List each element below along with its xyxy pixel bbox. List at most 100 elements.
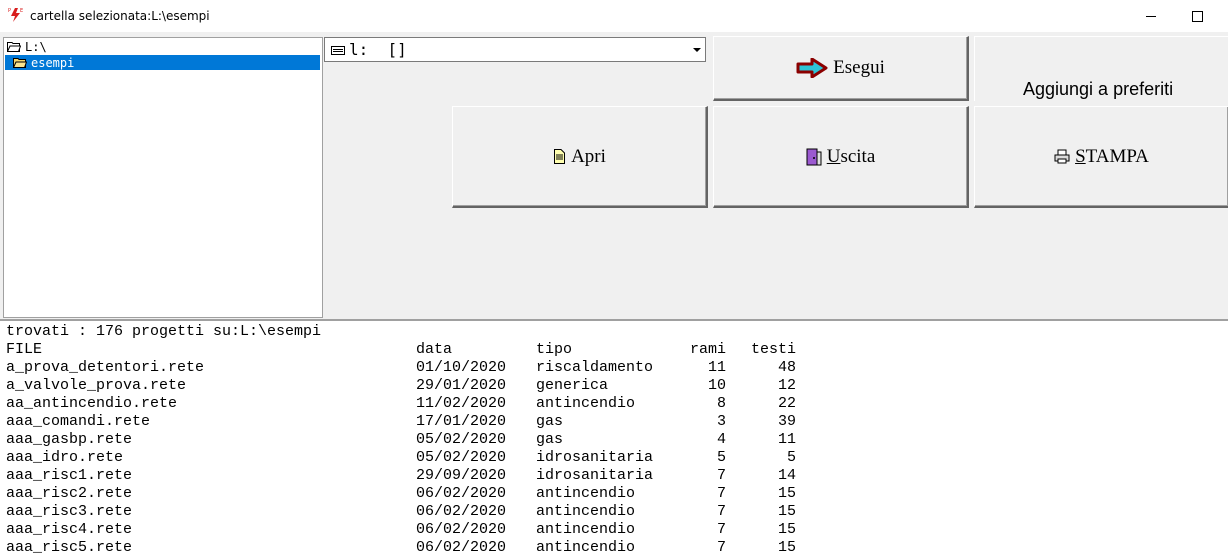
minimize-icon xyxy=(1146,15,1156,17)
apri-button[interactable]: Apri xyxy=(452,106,708,208)
document-icon xyxy=(554,149,566,164)
cell-tipo: antincendio xyxy=(536,521,636,538)
app-logo-icon[interactable]: P E xyxy=(8,7,24,23)
add-favorites-button[interactable]: Aggiungi a preferiti xyxy=(974,36,1228,101)
window-title: cartella selezionata:L:\esempi xyxy=(30,9,210,23)
cell-testi: 14 xyxy=(777,467,796,484)
uscita-label-rest: scita xyxy=(840,145,876,167)
cell-data: 06/02/2020 xyxy=(416,503,507,520)
drive-select-value: l: [] xyxy=(349,40,407,59)
esegui-button[interactable]: Esegui xyxy=(713,36,969,101)
cell-rami: 8 xyxy=(716,395,726,412)
cell-file: a_prova_detentori.rete xyxy=(6,359,205,376)
cell-file: aaa_risc5.rete xyxy=(6,539,133,556)
cell-file: aaa_risc4.rete xyxy=(6,521,133,538)
cell-tipo: gas xyxy=(536,413,564,430)
add-favorites-label: Aggiungi a preferiti xyxy=(1023,79,1174,99)
cell-data: 06/02/2020 xyxy=(416,485,507,502)
cell-data: 01/10/2020 xyxy=(416,359,507,376)
stampa-accesskey: S xyxy=(1075,145,1086,167)
printer-icon xyxy=(1054,149,1070,164)
cell-data: 05/02/2020 xyxy=(416,449,507,466)
cell-tipo: gas xyxy=(536,431,564,448)
cell-rami: 7 xyxy=(716,485,726,502)
cell-tipo: antincendio xyxy=(536,503,636,520)
cell-rami: 7 xyxy=(716,503,726,520)
folder-tree[interactable]: L:\ esempi xyxy=(3,37,323,318)
drive-icon xyxy=(331,46,345,55)
uscita-button[interactable]: Uscita xyxy=(713,106,969,208)
exit-door-icon xyxy=(806,148,822,165)
cell-tipo: riscaldamento xyxy=(536,359,654,376)
cell-testi: 11 xyxy=(777,431,796,448)
cell-tipo: antincendio xyxy=(536,539,636,556)
cell-tipo: generica xyxy=(536,377,609,394)
cell-testi: 12 xyxy=(777,377,796,394)
maximize-button[interactable] xyxy=(1174,0,1220,32)
stampa-label: STAMPA xyxy=(1075,146,1149,168)
dropdown-button[interactable] xyxy=(689,39,704,60)
uscita-label: Uscita xyxy=(827,146,876,168)
cell-rami: 11 xyxy=(707,359,726,376)
project-list[interactable]: trovati : 176 progetti su:L:\esempi FILE… xyxy=(0,319,1228,560)
cell-rami: 4 xyxy=(716,431,726,448)
cell-tipo: idrosanitaria xyxy=(536,467,654,484)
cell-testi: 15 xyxy=(777,539,796,556)
cell-testi: 15 xyxy=(777,503,796,520)
cell-rami: 3 xyxy=(716,413,726,430)
list-header: FILE data tipo rami testi xyxy=(6,341,796,359)
cell-file: aa_antincendio.rete xyxy=(6,395,178,412)
cell-testi: 22 xyxy=(777,395,796,412)
column-header-rami: rami xyxy=(689,341,726,358)
cell-file: aaa_risc2.rete xyxy=(6,485,133,502)
cell-testi: 15 xyxy=(777,521,796,538)
open-folder-icon xyxy=(7,42,21,52)
list-summary: trovati : 176 progetti su:L:\esempi xyxy=(6,323,322,340)
stampa-button[interactable]: STAMPA xyxy=(974,106,1228,208)
cell-file: aaa_risc3.rete xyxy=(6,503,133,520)
cell-testi: 48 xyxy=(777,359,796,376)
arrow-right-icon xyxy=(796,58,828,78)
chevron-down-icon xyxy=(692,47,701,52)
drive-select[interactable]: l: [] xyxy=(324,37,706,62)
cell-file: aaa_gasbp.rete xyxy=(6,431,133,448)
minimize-button[interactable] xyxy=(1128,0,1174,32)
column-header-testi: testi xyxy=(750,341,796,358)
maximize-icon xyxy=(1191,10,1203,22)
apri-label: Apri xyxy=(571,145,606,167)
cell-data: 06/02/2020 xyxy=(416,521,507,538)
svg-text:E: E xyxy=(20,8,23,14)
cell-testi: 15 xyxy=(777,485,796,502)
cell-file: aaa_comandi.rete xyxy=(6,413,151,430)
tree-item-esempi[interactable]: esempi xyxy=(5,55,320,70)
column-header-file: FILE xyxy=(6,341,43,358)
cell-tipo: antincendio xyxy=(536,485,636,502)
cell-testi: 39 xyxy=(777,413,796,430)
cell-tipo: antincendio xyxy=(536,395,636,412)
cell-file: aaa_idro.rete xyxy=(6,449,124,466)
cell-rami: 7 xyxy=(716,539,726,556)
tree-item-root[interactable]: L:\ xyxy=(5,39,47,54)
cell-rami: 7 xyxy=(716,467,726,484)
title-bar: P E cartella selezionata:L:\esempi xyxy=(0,0,1228,32)
cell-testi: 5 xyxy=(786,449,796,466)
esegui-label: Esegui xyxy=(833,57,885,78)
column-header-data: data xyxy=(416,341,453,358)
cell-data: 11/02/2020 xyxy=(416,395,507,412)
cell-rami: 7 xyxy=(716,521,726,538)
cell-data: 17/01/2020 xyxy=(416,413,507,430)
tree-item-label: esempi xyxy=(31,55,75,70)
stampa-label-rest: TAMPA xyxy=(1085,145,1149,167)
cell-data: 29/09/2020 xyxy=(416,467,507,484)
open-folder-icon xyxy=(13,58,27,68)
uscita-accesskey: U xyxy=(826,145,841,167)
column-header-tipo: tipo xyxy=(536,341,573,358)
cell-rami: 10 xyxy=(707,377,726,394)
cell-file: aaa_risc1.rete xyxy=(6,467,133,484)
cell-tipo: idrosanitaria xyxy=(536,449,654,466)
tree-item-label: L:\ xyxy=(25,39,47,54)
cell-data: 05/02/2020 xyxy=(416,431,507,448)
cell-file: a_valvole_prova.rete xyxy=(6,377,187,394)
cell-data: 29/01/2020 xyxy=(416,377,507,394)
svg-text:P: P xyxy=(8,8,11,14)
